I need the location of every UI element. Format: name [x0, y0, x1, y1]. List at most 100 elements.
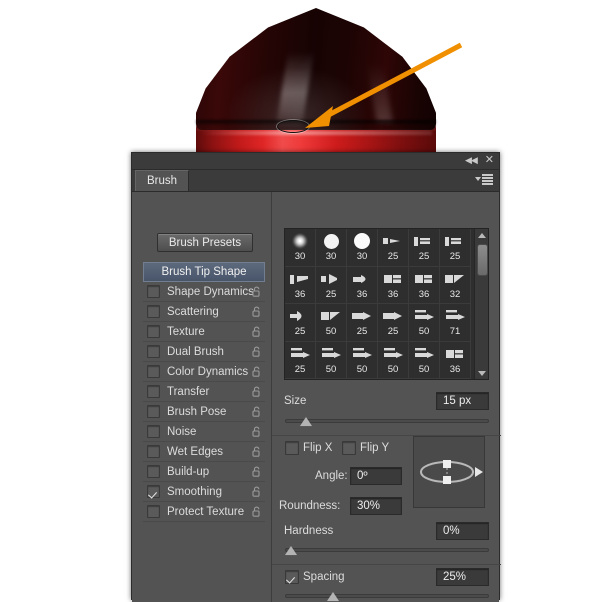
- brush-grid-scrollbar[interactable]: [474, 229, 488, 379]
- lock-icon[interactable]: [252, 306, 261, 317]
- brush-preset-grid[interactable]: 30 30 30 25 25 25 36 25 36 36 36 32 25 50 25 25 50 71 25 50…: [284, 228, 489, 380]
- brush-preset-cell[interactable]: 50: [409, 304, 440, 342]
- sidebar-item-wet-edges[interactable]: Wet Edges: [143, 442, 265, 462]
- sidebar-item-texture[interactable]: Texture: [143, 322, 265, 342]
- hardness-input[interactable]: 0%: [436, 522, 489, 540]
- option-checkbox[interactable]: [147, 425, 160, 438]
- brush-preset-cell[interactable]: [409, 379, 440, 380]
- brush-preset-cell[interactable]: 30: [347, 229, 378, 267]
- option-checkbox[interactable]: [147, 445, 160, 458]
- sidebar-item-transfer[interactable]: Transfer: [143, 382, 265, 402]
- sidebar-item-brush-pose[interactable]: Brush Pose: [143, 402, 265, 422]
- option-checkbox[interactable]: [147, 305, 160, 318]
- lock-icon[interactable]: [252, 406, 261, 417]
- sidebar-item-brush-tip-shape[interactable]: Brush Tip Shape: [143, 262, 265, 282]
- brush-panel: ◀◀ ✕ Brush Brush Presets Brush Tip Shape…: [131, 152, 501, 602]
- option-checkbox[interactable]: [147, 405, 160, 418]
- brush-preset-cell[interactable]: 36: [378, 266, 409, 304]
- lock-icon[interactable]: [252, 446, 261, 457]
- brush-angle-preview[interactable]: [413, 436, 485, 508]
- scroll-up-icon[interactable]: [475, 229, 488, 241]
- brush-tip-angled-flat-icon: [319, 307, 343, 325]
- lock-icon[interactable]: [252, 386, 261, 397]
- brush-size-label: 25: [294, 326, 306, 337]
- hardness-slider-track[interactable]: [285, 548, 489, 552]
- brush-preset-cell[interactable]: [285, 379, 316, 380]
- brush-preset-cell[interactable]: 50: [409, 341, 440, 379]
- sidebar-item-smoothing[interactable]: Smoothing: [143, 482, 265, 502]
- brush-preset-cell[interactable]: 50: [347, 341, 378, 379]
- brush-preset-cell[interactable]: 25: [440, 229, 471, 267]
- size-input[interactable]: 15 px: [436, 392, 489, 410]
- option-checkbox[interactable]: [147, 285, 160, 298]
- sidebar-item-protect-texture[interactable]: Protect Texture: [143, 502, 265, 522]
- flip-y-checkbox[interactable]: [342, 441, 356, 455]
- flip-x-checkbox[interactable]: [285, 441, 299, 455]
- brush-preset-cell[interactable]: 36: [440, 341, 471, 379]
- brush-presets-button[interactable]: Brush Presets: [157, 233, 253, 252]
- size-slider-track[interactable]: [285, 419, 489, 423]
- brush-preset-cell[interactable]: 25: [316, 266, 347, 304]
- option-checkbox[interactable]: [147, 465, 160, 478]
- size-slider-knob[interactable]: [300, 417, 313, 426]
- lock-icon[interactable]: [252, 506, 261, 517]
- spacing-checkbox[interactable]: [285, 570, 299, 584]
- scrollbar-thumb[interactable]: [477, 244, 488, 276]
- sidebar-item-scattering[interactable]: Scattering: [143, 302, 265, 322]
- lock-icon[interactable]: [252, 486, 261, 497]
- collapse-icon[interactable]: ◀◀: [465, 155, 478, 165]
- brush-preset-cell[interactable]: 36: [285, 266, 316, 304]
- brush-preset-cell[interactable]: 25: [378, 229, 409, 267]
- brush-preset-cell[interactable]: 50: [316, 341, 347, 379]
- spacing-input[interactable]: 25%: [436, 568, 489, 586]
- brush-preset-cell[interactable]: 32: [440, 266, 471, 304]
- sidebar-item-color-dynamics[interactable]: Color Dynamics: [143, 362, 265, 382]
- roundness-input[interactable]: 30%: [350, 497, 402, 515]
- angle-input[interactable]: 0º: [350, 467, 402, 485]
- sidebar-item-shape-dynamics[interactable]: Shape Dynamics: [143, 282, 265, 302]
- brush-preset-cell[interactable]: 36: [409, 266, 440, 304]
- brush-preset-cell[interactable]: 25: [285, 341, 316, 379]
- brush-preset-cell[interactable]: 50: [378, 341, 409, 379]
- sidebar-item-label: Scattering: [167, 305, 219, 318]
- panel-menu-icon[interactable]: [475, 174, 493, 185]
- option-checkbox[interactable]: [147, 345, 160, 358]
- brush-preset-cell[interactable]: [378, 379, 409, 380]
- brush-preset-cell[interactable]: 25: [347, 304, 378, 342]
- sidebar-item-noise[interactable]: Noise: [143, 422, 265, 442]
- brush-preset-cell[interactable]: 25: [409, 229, 440, 267]
- brush-tip-pencil-tip-icon: [381, 345, 405, 363]
- lock-icon[interactable]: [252, 326, 261, 337]
- lock-icon[interactable]: [252, 426, 261, 437]
- lock-icon[interactable]: [252, 346, 261, 357]
- hamburger-icon: [482, 174, 493, 185]
- brush-tip-pencil-tip-icon: [412, 307, 436, 325]
- scroll-down-icon[interactable]: [475, 367, 488, 379]
- option-checkbox[interactable]: [147, 325, 160, 338]
- lock-icon[interactable]: [252, 366, 261, 377]
- brush-preset-cell[interactable]: 30: [285, 229, 316, 267]
- brush-preset-cell[interactable]: 25: [285, 304, 316, 342]
- lock-icon[interactable]: [252, 466, 261, 477]
- option-checkbox[interactable]: [147, 505, 160, 518]
- brush-preset-cell[interactable]: 30: [316, 229, 347, 267]
- tab-brush[interactable]: Brush: [135, 170, 190, 191]
- option-checkbox[interactable]: [147, 485, 160, 498]
- lock-icon[interactable]: [252, 286, 261, 297]
- close-icon[interactable]: ✕: [485, 155, 494, 166]
- sidebar-item-dual-brush[interactable]: Dual Brush: [143, 342, 265, 362]
- option-checkbox[interactable]: [147, 365, 160, 378]
- option-checkbox[interactable]: [147, 385, 160, 398]
- brush-preset-cell[interactable]: [347, 379, 378, 380]
- brush-preset-cell[interactable]: 50: [316, 304, 347, 342]
- sidebar-item-label: Shape Dynamics: [167, 285, 254, 298]
- brush-tip-pencil-tip-icon: [288, 345, 312, 363]
- sidebar-item-build-up[interactable]: Build-up: [143, 462, 265, 482]
- brush-preset-cell[interactable]: [440, 379, 471, 380]
- brush-preset-cell[interactable]: 71: [440, 304, 471, 342]
- brush-preset-cell[interactable]: 36: [347, 266, 378, 304]
- spacing-slider-track[interactable]: [285, 594, 489, 598]
- brush-preset-cell[interactable]: [316, 379, 347, 380]
- brush-preset-cell[interactable]: 25: [378, 304, 409, 342]
- hardness-slider-knob[interactable]: [285, 546, 297, 555]
